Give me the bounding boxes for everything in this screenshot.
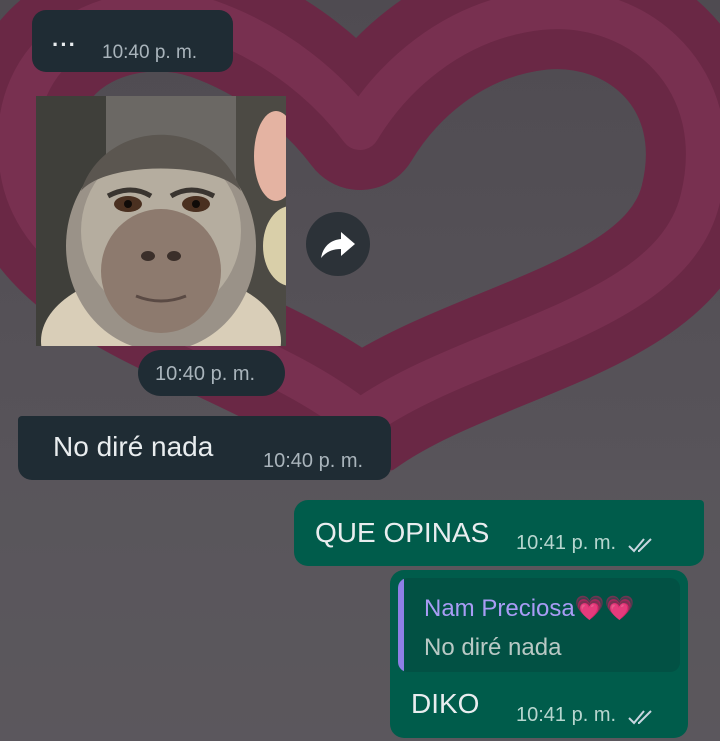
message-text: DIKO <box>411 688 480 719</box>
image-time-badge: 10:40 p. m. <box>138 350 285 396</box>
outgoing-message[interactable]: QUE OPINAS 10:41 p. m. <box>294 500 704 566</box>
message-text: ··· <box>52 32 77 57</box>
forward-arrow-icon <box>321 232 355 258</box>
message-time: 10:40 p. m. <box>263 450 364 472</box>
message-time: 10:41 p. m. <box>516 532 617 554</box>
quoted-text: No diré nada <box>424 634 562 661</box>
image-message[interactable] <box>36 96 286 346</box>
message-time: 10:40 p. m. <box>102 42 198 63</box>
incoming-message[interactable]: ··· 10:40 p. m. <box>32 10 233 72</box>
outgoing-reply-message[interactable]: Nam Preciosa💗💗 No diré nada DIKO 10:41 p… <box>390 570 688 738</box>
quote-bar <box>398 578 404 672</box>
incoming-message[interactable]: No diré nada 10:40 p. m. <box>18 416 391 480</box>
message-text: No diré nada <box>53 431 214 462</box>
message-time: 10:40 p. m. <box>155 363 256 385</box>
forward-button[interactable] <box>306 212 370 276</box>
quoted-message[interactable]: Nam Preciosa💗💗 No diré nada <box>398 578 680 672</box>
message-meta: 10:41 p. m. <box>516 532 657 555</box>
message-time: 10:41 p. m. <box>516 704 617 726</box>
monkey-photo <box>36 96 286 346</box>
double-check-icon <box>627 710 652 725</box>
message-meta: 10:41 p. m. <box>516 704 657 727</box>
quoted-author: Nam Preciosa💗💗 <box>424 595 635 622</box>
message-text: QUE OPINAS <box>315 517 490 548</box>
double-check-icon <box>627 538 652 553</box>
